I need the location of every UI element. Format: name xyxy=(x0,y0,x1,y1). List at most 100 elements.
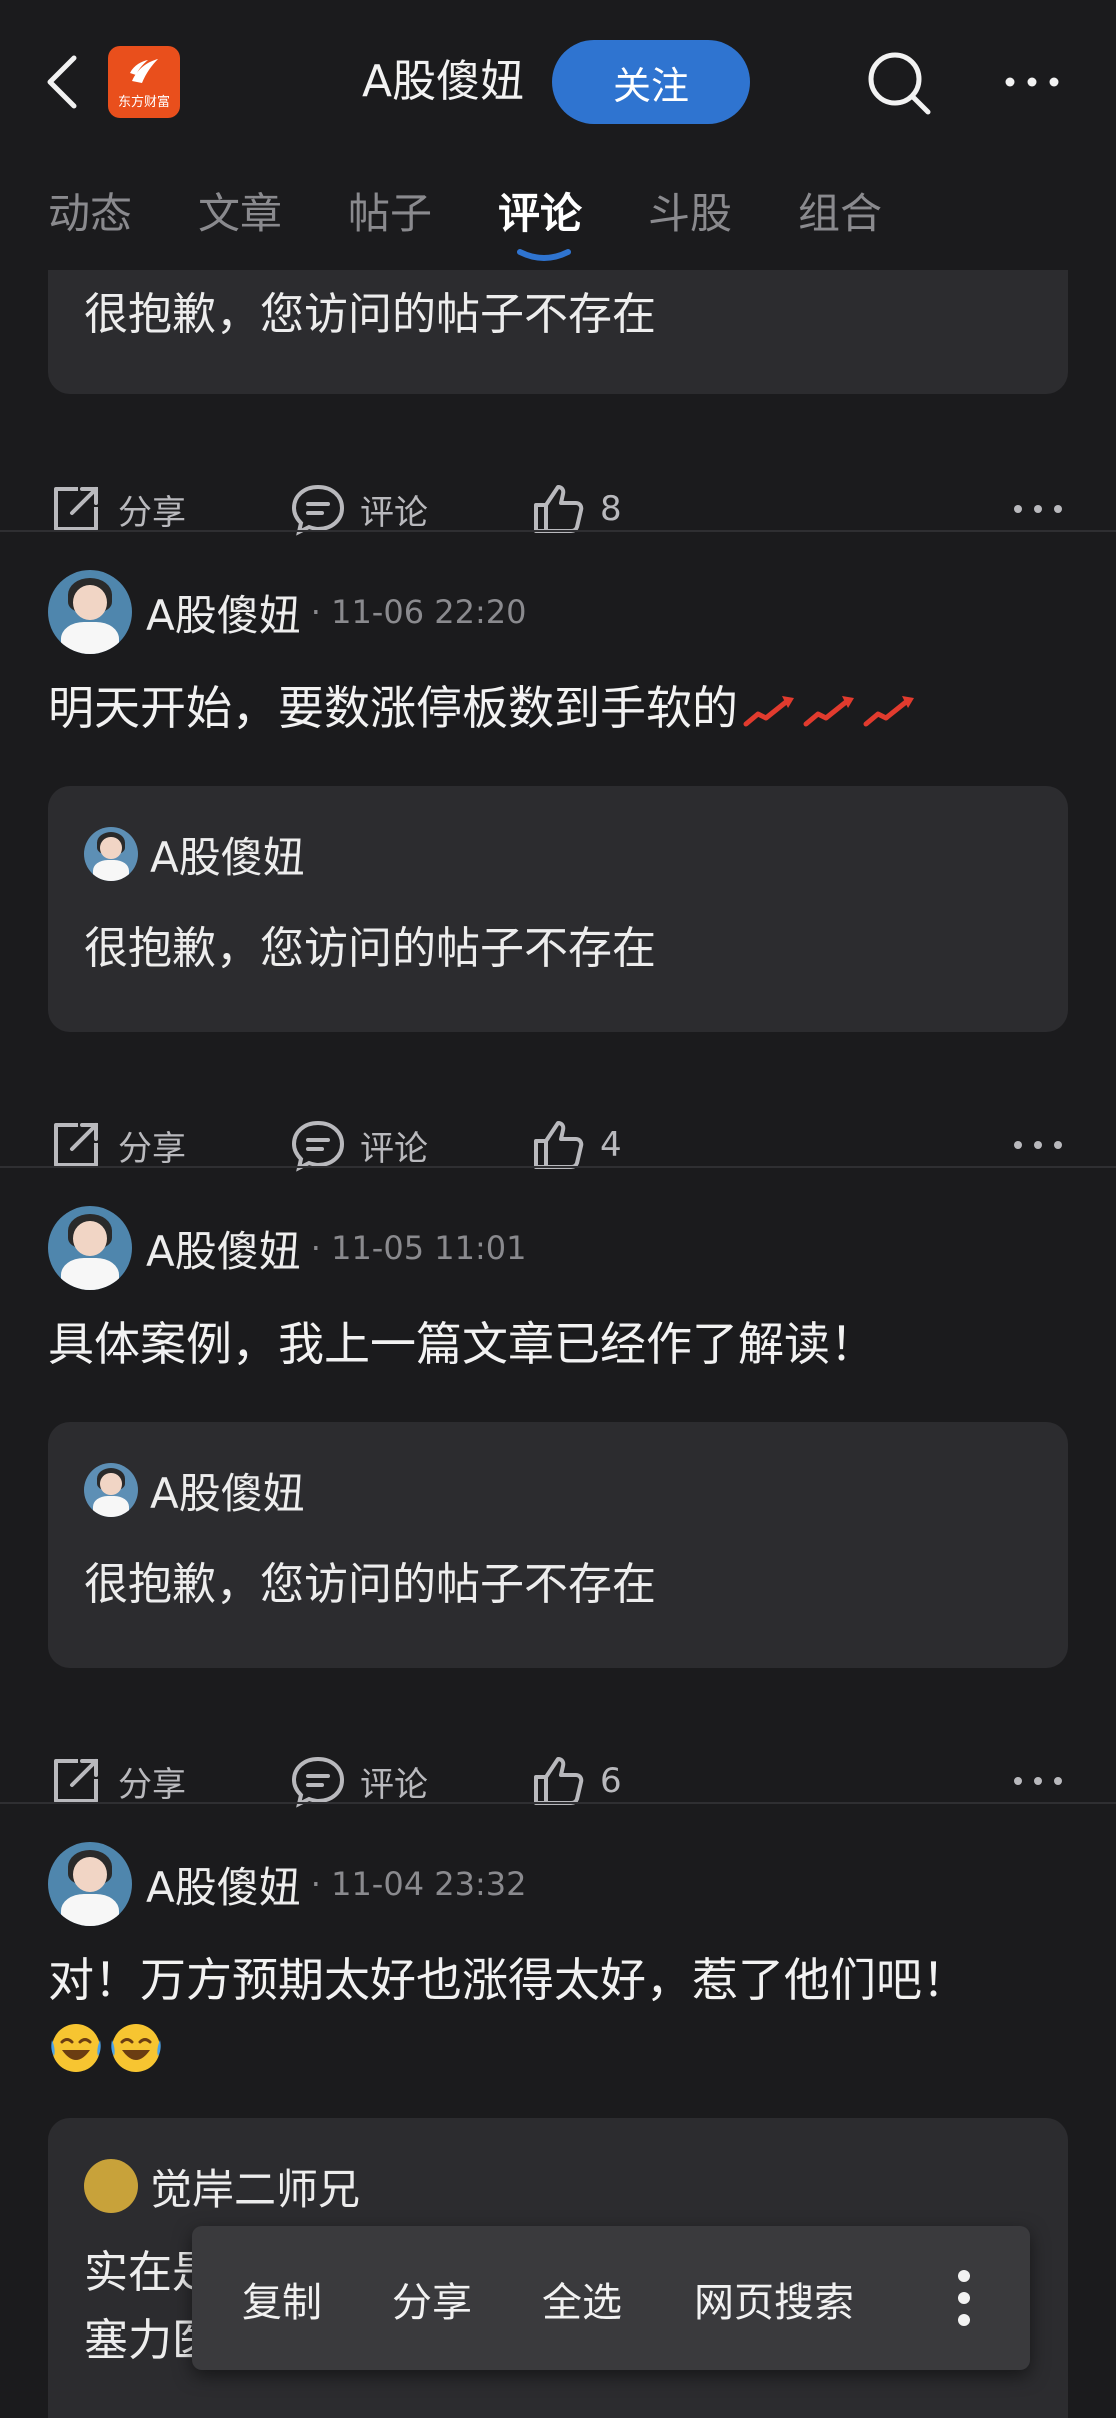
avatar[interactable] xyxy=(48,570,132,654)
post-date: · 11-06 22:20 xyxy=(310,593,527,631)
profile-tabs: 动态 文章 帖子 评论 斗股 组合 xyxy=(0,160,1116,270)
brand-mark-icon xyxy=(130,58,158,83)
comment-icon xyxy=(291,1120,345,1172)
post-date: · 11-04 23:32 xyxy=(310,1865,527,1903)
like-button[interactable]: 8 xyxy=(530,464,622,554)
comment-button[interactable]: 评论 xyxy=(290,464,428,554)
tab-dynamics[interactable]: 动态 xyxy=(48,180,132,241)
comment-label: 评论 xyxy=(360,492,428,533)
follow-button[interactable]: 关注 xyxy=(552,40,750,124)
thumbs-up-icon xyxy=(534,1121,584,1169)
quoted-post[interactable]: A股傻妞 很抱歉，您访问的帖子不存在 xyxy=(48,1422,1068,1668)
copy-menu-item[interactable]: 复制 xyxy=(242,2270,322,2328)
quoted-avatar xyxy=(84,2159,138,2213)
comment-icon xyxy=(291,484,345,536)
brand-logo-text: 东方财富 xyxy=(117,94,170,110)
like-count: 6 xyxy=(600,1761,622,1801)
post-actions: 分享 评论 8 xyxy=(0,464,1116,554)
quoted-post-text: 很抱歉，您访问的帖子不存在 xyxy=(84,289,656,340)
share-button[interactable]: 分享 xyxy=(48,1100,186,1190)
post-more-button[interactable] xyxy=(1010,464,1080,554)
brand-logo: 东方财富 xyxy=(108,46,180,118)
share-icon xyxy=(54,487,98,531)
quoted-avatar xyxy=(84,1463,138,1517)
avatar[interactable] xyxy=(48,1842,132,1926)
thumbs-up-icon xyxy=(534,1757,584,1805)
top-bar: 东方财富 A股傻妞 关注 xyxy=(0,0,1116,160)
post-actions: 分享 评论 6 xyxy=(0,1736,1116,1826)
share-button[interactable]: 分享 xyxy=(48,464,186,554)
post-header: A股傻妞 · 11-06 22:20 xyxy=(48,570,526,654)
quoted-author: A股傻妞 xyxy=(84,1462,305,1518)
tab-posts[interactable]: 帖子 xyxy=(348,180,432,241)
post-header: A股傻妞 · 11-04 23:32 xyxy=(48,1842,526,1926)
search-icon[interactable] xyxy=(866,50,932,116)
more-icon xyxy=(1014,1777,1062,1785)
divider xyxy=(0,1802,1116,1804)
share-icon xyxy=(54,1759,98,1803)
post-more-button[interactable] xyxy=(1010,1736,1080,1826)
author-name[interactable]: A股傻妞 xyxy=(146,582,301,643)
comment-label: 评论 xyxy=(360,1764,428,1805)
laugh-cry-emoji-icon xyxy=(111,2023,161,2072)
emoji-row xyxy=(48,2012,1078,2076)
tab-comments[interactable]: 评论 xyxy=(498,180,582,241)
share-menu-item[interactable]: 分享 xyxy=(392,2270,472,2328)
post-text: 具体案例，我上一篇文章已经作了解读！ xyxy=(48,1317,876,1371)
share-label: 分享 xyxy=(118,1764,186,1805)
comment-button[interactable]: 评论 xyxy=(290,1736,428,1826)
web-search-menu-item[interactable]: 网页搜索 xyxy=(694,2270,854,2328)
post-actions: 分享 评论 4 xyxy=(0,1100,1116,1190)
post-text: 对！万方预期太好也涨得太好，惹了他们吧！ xyxy=(48,1953,968,2007)
page-title: A股傻妞 xyxy=(362,56,525,107)
post-text: 明天开始，要数涨停板数到手软的 xyxy=(48,681,738,735)
trend-up-emoji-icon xyxy=(863,695,914,726)
back-arrow-icon[interactable] xyxy=(40,50,90,114)
quoted-author-name: A股傻妞 xyxy=(150,1468,305,1518)
tab-stock-battle[interactable]: 斗股 xyxy=(648,180,732,241)
thumbs-up-icon xyxy=(534,485,584,533)
quoted-author: 觉岸二师兄 xyxy=(84,2158,360,2214)
tab-portfolio[interactable]: 组合 xyxy=(798,180,882,241)
trend-up-emoji-icon xyxy=(743,695,794,726)
more-icon xyxy=(1014,505,1062,513)
more-icon xyxy=(1014,1141,1062,1149)
avatar[interactable] xyxy=(48,1206,132,1290)
author-name[interactable]: A股傻妞 xyxy=(146,1218,301,1279)
like-count: 8 xyxy=(600,489,622,529)
quoted-post-text: 很抱歉，您访问的帖子不存在 xyxy=(84,923,656,974)
share-label: 分享 xyxy=(118,492,186,533)
post-text-row: 明天开始，要数涨停板数到手软的 xyxy=(48,676,1078,740)
divider xyxy=(0,530,1116,532)
author-name[interactable]: A股傻妞 xyxy=(146,1854,301,1915)
comment-label: 评论 xyxy=(360,1128,428,1169)
like-count: 4 xyxy=(600,1125,622,1165)
quoted-post-text: 很抱歉，您访问的帖子不存在 xyxy=(84,1559,656,1610)
quoted-post[interactable]: 很抱歉，您访问的帖子不存在 xyxy=(48,270,1068,394)
share-label: 分享 xyxy=(118,1128,186,1169)
text-selection-menu: 复制 分享 全选 网页搜索 xyxy=(192,2226,1030,2370)
share-icon xyxy=(54,1123,98,1167)
more-options-icon[interactable] xyxy=(1002,70,1062,94)
like-button[interactable]: 6 xyxy=(530,1736,622,1826)
divider xyxy=(0,1166,1116,1168)
quoted-post[interactable]: A股傻妞 很抱歉，您访问的帖子不存在 xyxy=(48,786,1068,1032)
post-header: A股傻妞 · 11-05 11:01 xyxy=(48,1206,526,1290)
comment-icon xyxy=(291,1756,345,1808)
share-button[interactable]: 分享 xyxy=(48,1736,186,1826)
quoted-author-name: 觉岸二师兄 xyxy=(150,2164,361,2214)
laugh-cry-emoji-icon xyxy=(51,2023,101,2072)
quoted-author: A股傻妞 xyxy=(84,826,305,882)
active-tab-indicator xyxy=(517,249,571,261)
comment-button[interactable]: 评论 xyxy=(290,1100,428,1190)
like-button[interactable]: 4 xyxy=(530,1100,622,1190)
trend-up-emoji-icon xyxy=(803,695,854,726)
select-all-menu-item[interactable]: 全选 xyxy=(542,2270,622,2328)
post-text-row: 对！万方预期太好也涨得太好，惹了他们吧！ xyxy=(48,1948,1078,2076)
post-more-button[interactable] xyxy=(1010,1100,1080,1190)
post-date: · 11-05 11:01 xyxy=(310,1229,527,1267)
quoted-author-name: A股傻妞 xyxy=(150,832,305,882)
quoted-avatar xyxy=(84,827,138,881)
more-vertical-icon[interactable] xyxy=(952,2262,976,2334)
tab-articles[interactable]: 文章 xyxy=(198,180,282,241)
